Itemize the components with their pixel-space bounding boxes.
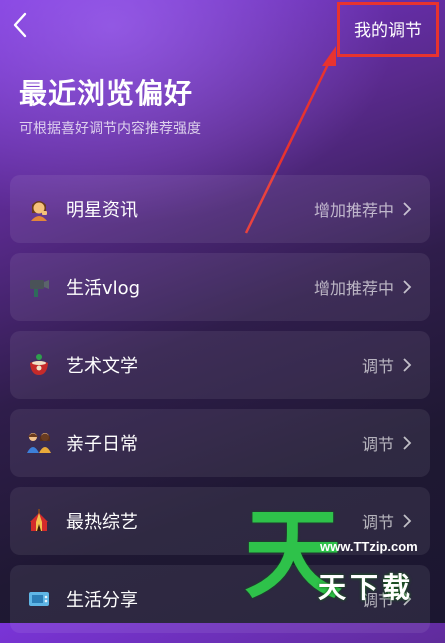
vlog-camera-icon [26, 274, 52, 300]
watermark-text: 天下载 [318, 571, 415, 604]
chevron-right-icon [403, 280, 412, 294]
item-label: 最热综艺 [66, 512, 138, 533]
page-subtitle: 可根据喜好调节内容推荐强度 [19, 121, 201, 137]
circus-tent-icon [26, 508, 52, 534]
page-title: 最近浏览偏好 [19, 77, 194, 110]
item-status: 增加推荐中 [313, 201, 394, 220]
my-adjust-label: 我的调节 [354, 21, 422, 41]
list-item-vlog[interactable]: 生活vlog 增加推荐中 [10, 253, 430, 321]
family-icon [26, 430, 52, 456]
chevron-right-icon [403, 202, 412, 216]
celebrity-emoji-icon [26, 196, 52, 222]
item-status: 调节 [361, 513, 394, 532]
chevron-right-icon [403, 514, 412, 528]
tv-share-icon [26, 586, 52, 612]
item-status: 调节 [361, 435, 394, 454]
item-label: 艺术文学 [66, 356, 138, 377]
list-item-celebrity[interactable]: 明星资讯 增加推荐中 [10, 175, 430, 243]
item-label: 生活分享 [66, 590, 138, 611]
item-status: 增加推荐中 [313, 279, 394, 298]
item-label: 生活vlog [66, 278, 141, 299]
my-adjust-button[interactable]: 我的调节 [337, 2, 439, 57]
back-button[interactable] [6, 8, 34, 42]
item-label: 亲子日常 [66, 434, 138, 455]
watermark-url: www.TTzip.com [320, 539, 418, 554]
item-label: 明星资讯 [66, 200, 138, 221]
art-pottery-icon [26, 352, 52, 378]
chevron-left-icon [13, 12, 27, 38]
list-item-art[interactable]: 艺术文学 调节 [10, 331, 430, 399]
chevron-right-icon [403, 436, 412, 450]
item-status: 调节 [361, 357, 394, 376]
list-item-family[interactable]: 亲子日常 调节 [10, 409, 430, 477]
chevron-right-icon [403, 358, 412, 372]
